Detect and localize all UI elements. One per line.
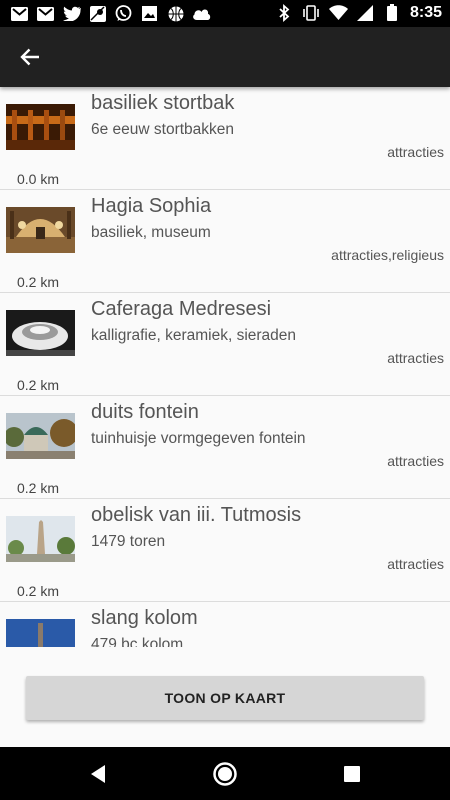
signal-icon	[356, 3, 375, 22]
home-circle-icon[interactable]	[212, 761, 238, 787]
place-thumbnail	[6, 516, 75, 562]
place-thumbnail	[6, 310, 75, 356]
photo-icon	[140, 4, 159, 23]
place-subtitle: kalligrafie, keramiek, sieraden	[91, 327, 297, 344]
app-bar	[0, 27, 450, 87]
list-item[interactable]: slang kolom 479 bc kolom	[0, 602, 450, 647]
place-subtitle: 1479 toren	[91, 533, 166, 550]
back-triangle-icon[interactable]	[85, 761, 111, 787]
bluetooth-icon	[275, 3, 294, 22]
place-subtitle: 6e eeuw stortbakken	[91, 121, 235, 138]
gmail-icon	[36, 4, 55, 23]
vibrate-icon	[302, 3, 321, 22]
list-item[interactable]: obelisk van iii. Tutmosis 1479 toren att…	[0, 499, 450, 602]
place-title: basiliek stortbak	[91, 92, 235, 114]
list-item[interactable]: duits fontein tuinhuisje vormgegeven fon…	[0, 396, 450, 499]
clock: 8:35	[409, 3, 442, 21]
place-thumbnail	[6, 207, 75, 253]
back-button[interactable]	[14, 41, 46, 73]
show-on-map-button[interactable]: TOON OP KAART	[26, 676, 424, 720]
list-item[interactable]: Hagia Sophia basiliek, museum attracties…	[0, 190, 450, 293]
arrow-left-icon	[20, 48, 39, 66]
list-item[interactable]: basiliek stortbak 6e eeuw stortbakken at…	[0, 87, 450, 190]
recents-square-icon[interactable]	[339, 761, 365, 787]
place-categories: attracties,religieus	[331, 247, 444, 263]
bottom-panel: TOON OP KAART	[0, 647, 450, 747]
system-icons: 8:35	[275, 3, 442, 22]
places-list[interactable]: basiliek stortbak 6e eeuw stortbakken at…	[0, 87, 450, 647]
place-categories: attracties	[387, 453, 444, 469]
twitter-icon	[62, 4, 81, 23]
list-item[interactable]: Caferaga Medresesi kalligrafie, keramiek…	[0, 293, 450, 396]
place-thumbnail	[6, 104, 75, 150]
place-categories: attracties	[387, 556, 444, 572]
place-categories: attracties	[387, 350, 444, 366]
place-thumbnail	[6, 619, 75, 647]
place-categories: attracties	[387, 144, 444, 160]
notification-icons	[10, 4, 211, 23]
place-distance: 0.0 km	[17, 171, 60, 187]
place-title: obelisk van iii. Tutmosis	[91, 504, 302, 526]
basketball-icon	[166, 4, 185, 23]
maps-icon	[88, 4, 107, 23]
place-subtitle: basiliek, museum	[91, 224, 211, 241]
place-thumbnail	[6, 413, 75, 459]
navigation-bar	[0, 747, 450, 800]
place-distance: 0.2 km	[17, 274, 60, 290]
place-title: duits fontein	[91, 401, 199, 423]
place-title: Caferaga Medresesi	[91, 298, 272, 320]
place-distance: 0.2 km	[17, 377, 60, 393]
place-title: slang kolom	[91, 607, 198, 629]
place-distance: 0.2 km	[17, 583, 60, 599]
cloud-icon	[192, 4, 211, 23]
place-subtitle: 479 bc kolom	[91, 636, 184, 647]
battery-icon	[383, 3, 402, 22]
wifi-icon	[328, 3, 348, 22]
status-bar: 8:35	[0, 0, 450, 27]
place-subtitle: tuinhuisje vormgegeven fontein	[91, 430, 306, 447]
whatsapp-icon	[114, 4, 133, 23]
place-distance: 0.2 km	[17, 480, 60, 496]
place-title: Hagia Sophia	[91, 195, 212, 217]
gmail-icon	[10, 4, 29, 23]
